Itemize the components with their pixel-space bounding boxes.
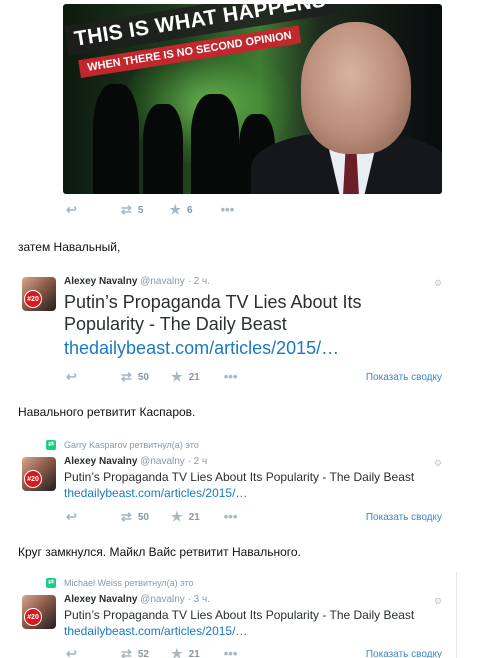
reply-icon[interactable]: ↩ bbox=[66, 510, 77, 524]
tweet-header: Alexey Navalny @navalny · 2 ч bbox=[64, 456, 207, 467]
tweet-actions: ↩ ⇄ 50 ★ 21 ••• Показать сводку bbox=[66, 510, 442, 524]
tweet-text: Putin’s Propaganda TV Lies About Its Pop… bbox=[64, 470, 415, 484]
retweet-icon: ⇄ bbox=[120, 646, 132, 658]
author-name[interactable]: Alexey Navalny bbox=[64, 594, 137, 605]
reply-icon[interactable]: ↩ bbox=[66, 370, 77, 384]
gear-icon[interactable]: ⚙ bbox=[434, 458, 442, 469]
tweet-actions: ↩ ⇄ 5 ★ 6 ••• bbox=[66, 203, 266, 217]
tweet-time[interactable]: · 2 ч. bbox=[188, 276, 210, 287]
tweet-header: Alexey Navalny @navalny · 2 ч. bbox=[64, 276, 210, 287]
author-handle[interactable]: @navalny bbox=[140, 276, 185, 287]
more-icon[interactable]: ••• bbox=[224, 647, 238, 658]
retweeted-by-line: ⇄ Michael Weiss ретвитнул(а) это bbox=[46, 578, 194, 588]
retweet-action[interactable]: ⇄ 52 bbox=[121, 647, 149, 658]
retweeted-by-text[interactable]: Garry Kasparov ретвитнул(а) это bbox=[64, 440, 199, 450]
crowd-silhouette bbox=[191, 94, 239, 194]
avatar-badge: #20 bbox=[24, 470, 42, 488]
tweet-actions: ↩ ⇄ 50 ★ 21 ••• Показать сводку bbox=[66, 370, 442, 384]
show-summary-link[interactable]: Показать сводку bbox=[366, 649, 442, 658]
tweet-link[interactable]: thedailybeast.com/articles/2015/… bbox=[64, 624, 247, 638]
author-name[interactable]: Alexey Navalny bbox=[64, 276, 137, 287]
star-icon: ★ bbox=[170, 646, 183, 658]
crowd-silhouette bbox=[143, 104, 183, 194]
favorite-count: 6 bbox=[187, 204, 193, 216]
retweet-icon: ⇄ bbox=[120, 509, 132, 524]
crowd-silhouette bbox=[93, 84, 139, 194]
star-icon: ★ bbox=[170, 369, 183, 384]
avatar-badge: #20 bbox=[24, 608, 42, 626]
retweet-icon: ⇄ bbox=[120, 202, 132, 217]
retweeted-by-text[interactable]: Michael Weiss ретвитнул(а) это bbox=[64, 578, 194, 588]
show-summary-link[interactable]: Показать сводку bbox=[366, 512, 442, 523]
favorite-count: 21 bbox=[188, 511, 200, 523]
gear-icon[interactable]: ⚙ bbox=[434, 596, 442, 607]
retweet-action[interactable]: ⇄ 5 bbox=[121, 203, 143, 217]
favorite-action[interactable]: ★ 6 bbox=[169, 203, 192, 217]
avatar[interactable]: #20 bbox=[22, 595, 56, 629]
retweet-count: 5 bbox=[137, 204, 144, 216]
avatar[interactable]: #20 bbox=[22, 277, 56, 311]
tweet-text: Putin’s Propaganda TV Lies About Its Pop… bbox=[64, 608, 415, 622]
favorite-action[interactable]: ★ 21 bbox=[171, 370, 200, 384]
star-icon: ★ bbox=[170, 509, 183, 524]
retweet-count: 50 bbox=[137, 371, 149, 383]
favorite-count: 21 bbox=[188, 371, 200, 383]
star-icon: ★ bbox=[169, 202, 182, 217]
retweet-badge-icon: ⇄ bbox=[46, 578, 56, 588]
avatar-badge: #20 bbox=[24, 290, 42, 308]
tweet-time[interactable]: · 2 ч bbox=[188, 456, 208, 467]
retweet-count: 52 bbox=[137, 648, 149, 658]
more-icon[interactable]: ••• bbox=[224, 370, 238, 384]
more-icon[interactable]: ••• bbox=[221, 203, 235, 217]
reply-icon[interactable]: ↩ bbox=[66, 647, 77, 658]
tweet-actions: ↩ ⇄ 52 ★ 21 ••• Показать сводку bbox=[66, 647, 442, 658]
show-summary-link[interactable]: Показать сводку bbox=[366, 372, 442, 383]
reply-icon[interactable]: ↩ bbox=[66, 203, 77, 217]
avatar[interactable]: #20 bbox=[22, 457, 56, 491]
retweeted-by-line: ⇄ Garry Kasparov ретвитнул(а) это bbox=[46, 440, 199, 450]
favorite-count: 21 bbox=[188, 648, 200, 658]
tweet-media-image[interactable]: THIS IS WHAT HAPPENS WHEN THERE IS NO SE… bbox=[63, 4, 442, 194]
commentary-text: Навального ретвитит Каспаров. bbox=[18, 405, 196, 419]
retweet-action[interactable]: ⇄ 50 bbox=[121, 510, 149, 524]
author-name[interactable]: Alexey Navalny bbox=[64, 456, 137, 467]
tweet-link[interactable]: thedailybeast.com/articles/2015/… bbox=[64, 338, 339, 359]
retweet-count: 50 bbox=[137, 511, 149, 523]
author-handle[interactable]: @navalny bbox=[140, 456, 185, 467]
retweet-badge-icon: ⇄ bbox=[46, 440, 56, 450]
commentary-text: затем Навальный, bbox=[18, 240, 121, 254]
retweet-icon: ⇄ bbox=[120, 369, 132, 384]
favorite-action[interactable]: ★ 21 bbox=[171, 647, 200, 658]
favorite-action[interactable]: ★ 21 bbox=[171, 510, 200, 524]
retweet-action[interactable]: ⇄ 50 bbox=[121, 370, 149, 384]
person-head bbox=[301, 22, 411, 154]
tweet-link[interactable]: thedailybeast.com/articles/2015/… bbox=[64, 486, 247, 500]
more-icon[interactable]: ••• bbox=[224, 510, 238, 524]
tweet-time[interactable]: · 3 ч. bbox=[188, 594, 210, 605]
tweet-header: Alexey Navalny @navalny · 3 ч. bbox=[64, 594, 210, 605]
gear-icon[interactable]: ⚙ bbox=[434, 278, 442, 289]
thread-divider bbox=[456, 572, 457, 658]
commentary-text: Круг замкнулся. Майкл Вайс ретвитит Нава… bbox=[18, 545, 301, 559]
author-handle[interactable]: @navalny bbox=[140, 594, 185, 605]
tweet-text: Putin’s Propaganda TV Lies About Its Pop… bbox=[64, 292, 362, 334]
